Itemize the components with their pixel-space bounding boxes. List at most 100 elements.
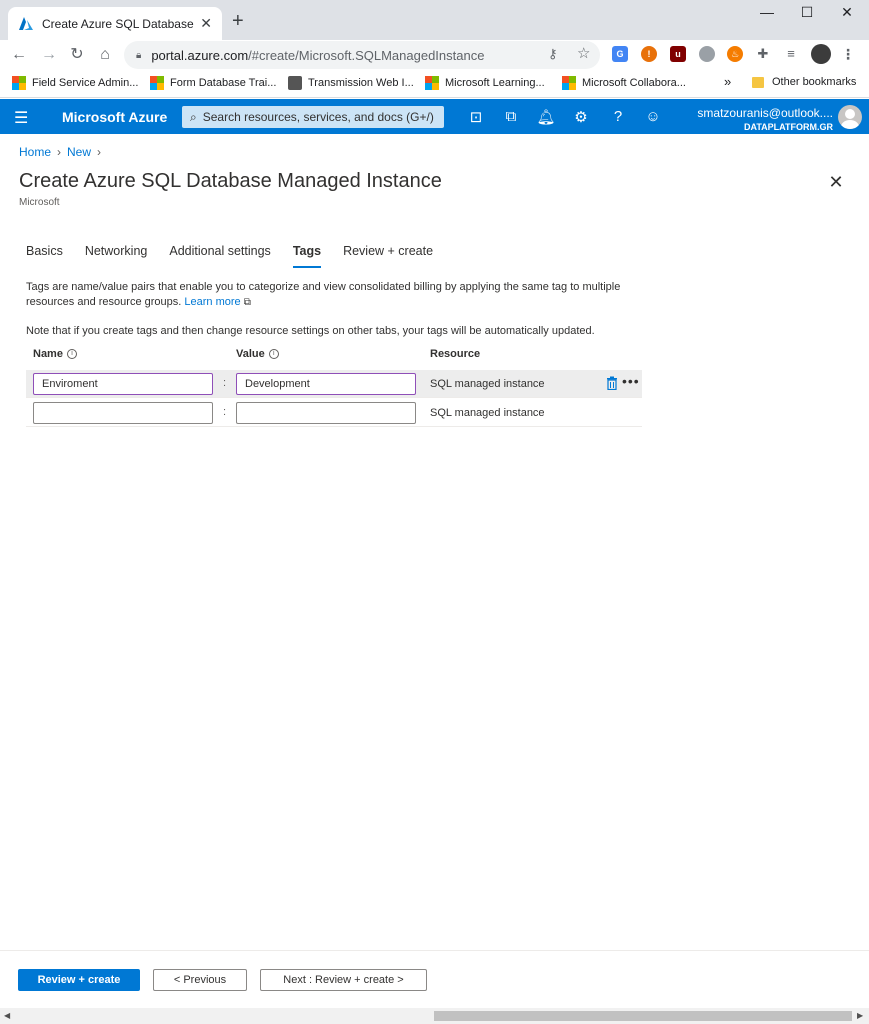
tag-name-input[interactable] [33,402,213,424]
tag-resource: SQL managed instance [430,378,545,390]
reload-icon[interactable]: ↻ [66,44,88,66]
scroll-left-icon[interactable]: ◀ [4,1011,10,1020]
tab-review-create[interactable]: Review + create [343,244,433,268]
wizard-tabs: Basics Networking Additional settings Ta… [26,244,455,268]
microsoft-logo-icon [562,76,576,90]
folder-icon [752,76,764,88]
settings-gear-icon[interactable]: ⚙ [571,108,591,126]
next-button[interactable]: Next : Review + create > [260,969,427,991]
bookmark-item[interactable]: Form Database Trai... [150,76,276,90]
media-queue-icon[interactable]: ≡ [783,46,799,62]
help-icon[interactable]: ? [608,108,628,125]
tags-description: Tags are name/value pairs that enable yo… [26,280,646,310]
bookmark-label: Microsoft Learning... [445,77,545,89]
tab-additional-settings[interactable]: Additional settings [169,244,270,268]
home-icon[interactable]: ⌂ [94,44,116,66]
fire-extension-icon[interactable]: ♨ [727,46,743,62]
azure-search-box[interactable]: ⌕ Search resources, services, and docs (… [182,106,444,128]
search-placeholder: Search resources, services, and docs (G+… [202,110,434,124]
wizard-footer: Review + create < Previous Next : Review… [0,950,869,1008]
column-value-label: Value [236,348,265,360]
azure-header: ☰ Microsoft Azure ⌕ Search resources, se… [0,99,869,134]
close-window-icon[interactable]: ✕ [832,4,862,21]
scrollbar-thumb[interactable] [434,1011,852,1021]
other-bookmarks-label: Other bookmarks [772,76,857,88]
previous-button[interactable]: < Previous [153,969,247,991]
review-create-button[interactable]: Review + create [18,969,140,991]
column-header-value: Value i [236,348,279,360]
column-name-label: Name [33,348,63,360]
description-text: Tags are name/value pairs that enable yo… [26,281,621,308]
account-info[interactable]: smatzouranis@outlook.... DATAPLATFORM.GR [697,106,833,132]
ublock-extension-icon[interactable]: u [670,46,686,62]
puzzle-extensions-icon[interactable]: ✚ [755,46,771,62]
new-tab-button[interactable]: + [232,11,244,31]
user-avatar[interactable] [838,105,862,129]
tab-networking[interactable]: Networking [85,244,148,268]
menu-kebab-icon[interactable]: ⋮ [840,46,856,62]
column-header-resource: Resource [430,348,480,360]
horizontal-scrollbar[interactable]: ◀ ▶ [0,1008,869,1024]
translate-extension-icon[interactable]: G [612,46,628,62]
info-icon[interactable]: i [66,349,77,359]
tag-name-input[interactable] [33,373,213,395]
bookmark-item[interactable]: Field Service Admin... [12,76,138,90]
column-header-name: Name i [33,348,77,360]
page-title: Create Azure SQL Database Managed Instan… [19,170,442,192]
forward-icon[interactable]: → [38,44,60,66]
bookmark-item[interactable]: Transmission Web I... [288,76,414,90]
azure-brand[interactable]: Microsoft Azure [62,109,167,125]
close-tab-icon[interactable]: ✕ [200,15,212,32]
minimize-icon[interactable]: — [752,4,782,20]
close-blade-icon[interactable]: ✕ [826,172,846,193]
alert-extension-icon[interactable]: ! [641,46,657,62]
bookmark-item[interactable]: Microsoft Collabora... [562,76,686,90]
cloud-shell-icon[interactable]: ⊡ [466,108,486,126]
bookmarks-overflow-button[interactable]: » [724,74,731,89]
back-icon[interactable]: ← [8,44,30,66]
microsoft-logo-icon [425,76,439,90]
chevron-right-icon: › [97,145,102,159]
tag-value-input[interactable] [236,373,416,395]
account-email: smatzouranis@outlook.... [697,106,833,120]
scroll-right-icon[interactable]: ▶ [857,1011,863,1020]
tags-note: Note that if you create tags and then ch… [26,325,595,337]
browser-tab[interactable]: Create Azure SQL Database Managed Instan… [8,7,222,40]
tag-row: : SQL managed instance [26,399,642,427]
bookmark-item[interactable]: Microsoft Learning... [425,76,545,90]
maximize-icon[interactable]: ☐ [792,4,822,21]
circle-extension-icon[interactable] [699,46,715,62]
tag-value-input[interactable] [236,402,416,424]
star-icon[interactable]: ☆ [577,44,590,62]
azure-logo-icon [19,16,33,30]
learn-more-link[interactable]: Learn more [184,296,240,308]
other-bookmarks[interactable]: Other bookmarks [752,76,856,88]
breadcrumb-home[interactable]: Home [19,145,51,159]
feedback-smiley-icon[interactable]: ☺ [643,108,663,125]
notifications-bell-icon[interactable]: 🔔︎ [536,108,556,126]
tab-basics[interactable]: Basics [26,244,63,268]
bookmark-label: Transmission Web I... [308,77,414,89]
bookmark-label: Microsoft Collabora... [582,77,686,89]
info-icon[interactable]: i [268,349,279,359]
directory-filter-icon[interactable]: ⧉ [501,108,521,125]
name-value-separator: : [223,406,227,418]
profile-avatar-icon[interactable] [811,44,831,64]
address-bar[interactable]: 🔒︎ portal.azure.com/#create/Microsoft.SQ… [124,41,600,69]
breadcrumb-new[interactable]: New [67,145,91,159]
tag-row: : SQL managed instance ••• [26,370,642,398]
chevron-right-icon: › [57,145,62,159]
more-options-icon[interactable]: ••• [622,373,640,389]
key-icon[interactable]: ⚷ [548,46,558,62]
microsoft-logo-icon [12,76,26,90]
microsoft-logo-icon [150,76,164,90]
tab-tags[interactable]: Tags [292,244,322,268]
name-value-separator: : [223,377,227,389]
bookmark-label: Form Database Trai... [170,77,277,89]
account-directory: DATAPLATFORM.GR [744,122,833,132]
delete-trash-icon[interactable] [606,376,618,390]
url-path: /#create/Microsoft.SQLManagedInstance [248,47,485,63]
bookmarks-bar: Field Service Admin... Form Database Tra… [0,70,869,98]
hamburger-menu-icon[interactable]: ☰ [14,108,28,128]
tag-resource: SQL managed instance [430,407,545,419]
